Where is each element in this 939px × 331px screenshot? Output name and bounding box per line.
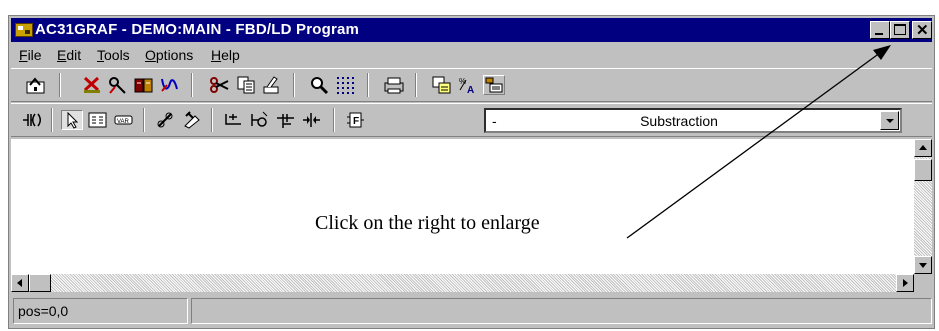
toolbar-separator (293, 73, 295, 97)
variable-icon[interactable]: VAR (113, 110, 135, 130)
toolbar-separator (415, 73, 417, 97)
book-icon[interactable] (133, 75, 155, 95)
save-icon[interactable] (25, 75, 47, 95)
menu-edit[interactable]: Edit (57, 47, 81, 63)
scrollbar-corner (914, 274, 932, 292)
close-icon: ✕ (916, 22, 929, 39)
contact-icon[interactable] (21, 110, 43, 130)
link-icon[interactable] (155, 110, 177, 130)
scroll-up-button[interactable] (914, 139, 932, 157)
coil-icon[interactable] (275, 110, 297, 130)
copy-icon[interactable] (235, 75, 257, 95)
fbd-toolbar: VAR F - Substraction (11, 103, 932, 137)
status-position-panel: pos=0,0 (13, 298, 188, 324)
maximize-button[interactable] (890, 21, 910, 39)
annotation-text: Click on the right to enlarge (315, 212, 540, 234)
fbd-icon[interactable]: F (345, 110, 367, 130)
horizontal-scrollbar[interactable] (11, 274, 914, 292)
jump-icon[interactable] (223, 110, 245, 130)
chevron-down-icon[interactable] (880, 111, 899, 130)
paste-icon[interactable] (261, 75, 283, 95)
cut-delete-icon[interactable] (81, 75, 103, 95)
menu-help[interactable]: Help (211, 47, 240, 63)
step-icon[interactable] (301, 110, 323, 130)
toolbar-separator (191, 73, 193, 97)
graph-icon[interactable] (159, 75, 181, 95)
menu-bar: File Edit Tools Options Help (11, 44, 932, 66)
scroll-left-button[interactable] (11, 274, 29, 292)
scroll-right-button[interactable] (896, 274, 914, 292)
vertical-scroll-thumb[interactable] (914, 159, 932, 181)
print-icon[interactable] (383, 75, 405, 95)
horizontal-scroll-thumb[interactable] (29, 274, 51, 292)
svg-text:A: A (467, 85, 474, 95)
find-icon[interactable] (309, 75, 331, 95)
minimize-icon (875, 33, 883, 35)
status-info-panel (191, 298, 932, 324)
main-toolbar: % A (11, 68, 932, 102)
status-bar: pos=0,0 (11, 296, 932, 326)
app-icon (15, 23, 33, 37)
toolbar-separator (143, 108, 145, 132)
operator-select[interactable]: - Substraction (484, 108, 902, 133)
svg-text:VAR: VAR (117, 119, 130, 125)
translate-icon[interactable]: % A (457, 75, 479, 96)
close-button[interactable]: ✕ (912, 21, 932, 39)
variables-icon[interactable] (483, 75, 505, 95)
toolbar-separator (59, 73, 61, 97)
title-bar[interactable]: AC31GRAF - DEMO:MAIN - FBD/LD Program ✕ (11, 18, 932, 42)
block-icon[interactable] (87, 110, 109, 130)
pointer-icon[interactable] (61, 110, 83, 130)
editor-canvas[interactable] (11, 139, 914, 274)
document-icon[interactable] (431, 75, 453, 95)
connect-icon[interactable] (107, 75, 129, 95)
menu-options[interactable]: Options (145, 47, 193, 63)
label-icon[interactable] (249, 110, 271, 130)
combo-value: Substraction (640, 113, 718, 129)
window-title: AC31GRAF - DEMO:MAIN - FBD/LD Program (35, 21, 360, 38)
scissors-icon[interactable] (209, 75, 231, 95)
menu-tools[interactable]: Tools (97, 47, 130, 63)
tag-icon[interactable] (181, 110, 203, 130)
menu-file[interactable]: File (19, 47, 42, 63)
toolbar-separator (333, 108, 335, 132)
toolbar-separator (51, 108, 53, 132)
status-position: pos=0,0 (18, 303, 69, 319)
maximize-icon (894, 24, 906, 35)
minimize-button[interactable] (870, 21, 890, 39)
application-window: AC31GRAF - DEMO:MAIN - FBD/LD Program ✕ … (8, 15, 935, 329)
vertical-scrollbar[interactable] (914, 139, 932, 274)
svg-text:F: F (353, 116, 359, 127)
toolbar-separator (367, 73, 369, 97)
toolbar-separator (211, 108, 213, 132)
scroll-down-button[interactable] (914, 256, 932, 274)
grid-icon[interactable] (335, 75, 357, 95)
